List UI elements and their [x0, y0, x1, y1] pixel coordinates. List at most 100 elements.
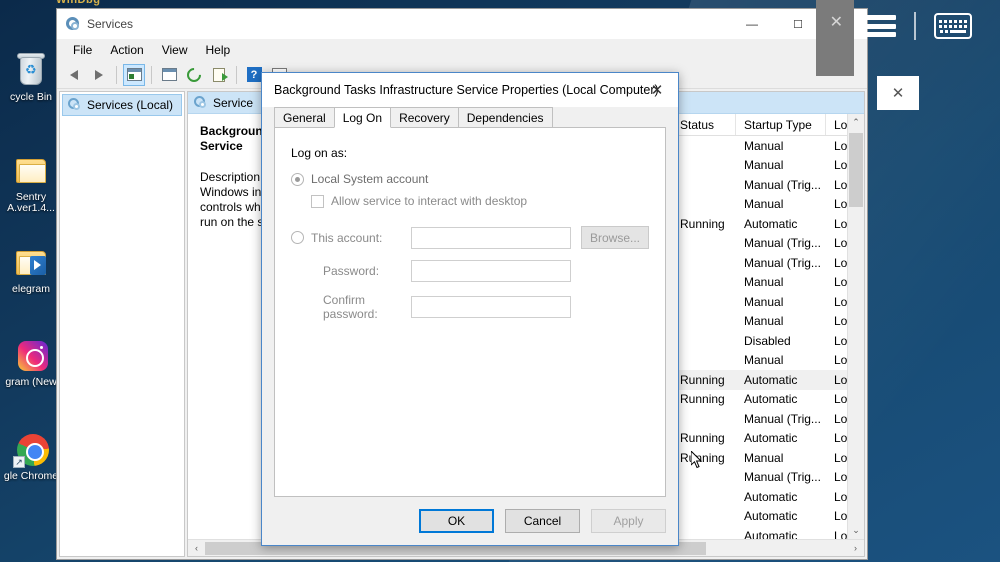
maximize-button[interactable]: ☐ [775, 9, 821, 39]
ok-button[interactable]: OK [419, 509, 494, 533]
password-row: Password: [291, 260, 649, 282]
scroll-up-icon[interactable]: ⌃ [848, 114, 864, 131]
forward-icon[interactable] [88, 64, 110, 86]
local-system-account-option[interactable]: Local System account [291, 172, 649, 186]
service-startup-type-cell: Manual [744, 138, 784, 153]
chrome-icon: ↗ [12, 431, 50, 469]
checkbox-allow-interact-desktop[interactable] [311, 194, 324, 208]
mouse-cursor [691, 451, 703, 469]
recycle-bin-icon: ♻ [12, 52, 50, 90]
scroll-right-icon[interactable]: › [847, 543, 864, 553]
menu-file[interactable]: File [65, 41, 100, 59]
password-label: Password: [323, 264, 380, 278]
menu-view[interactable]: View [154, 41, 196, 59]
radio-local-system-account[interactable] [291, 172, 304, 186]
service-startup-type-cell: Automatic [744, 489, 798, 504]
sidebar-item-label: Services (Local) [87, 98, 174, 112]
keyboard-icon[interactable] [934, 13, 972, 39]
sidebar-item-services-local[interactable]: Services (Local) [62, 94, 182, 116]
services-gear-icon [65, 16, 81, 32]
service-startup-type-cell: Manual [744, 314, 784, 329]
export-list-icon[interactable] [208, 64, 230, 86]
vertical-scrollbar-thumb[interactable] [849, 133, 863, 207]
services-list-vertical-scrollbar[interactable]: ⌃ ⌄ [847, 114, 864, 539]
service-startup-type-cell: Automatic [744, 216, 798, 231]
show-hide-tree-icon[interactable] [123, 63, 145, 86]
dialog-title: Background Tasks Infrastructure Service … [274, 83, 659, 97]
service-startup-type-cell: Manual [744, 450, 784, 465]
toolbar-separator [116, 65, 117, 84]
service-startup-type-cell: Manual (Trig... [744, 470, 821, 485]
service-status-cell: Running [680, 216, 725, 231]
service-startup-type-cell: Manual (Trig... [744, 411, 821, 426]
this-account-input[interactable] [411, 226, 571, 249]
tab-dependencies[interactable]: Dependencies [457, 107, 553, 128]
toolbar-separator [151, 65, 152, 84]
scroll-left-icon[interactable]: ‹ [188, 543, 205, 553]
log-on-tab-panel: Log on as: Local System account Allow se… [274, 128, 666, 497]
service-status-cell: Running [680, 372, 725, 387]
dialog-tabstrip: General Log On Recovery Dependencies [262, 107, 678, 128]
column-header-status[interactable]: Status [672, 114, 736, 135]
service-startup-type-cell: Automatic [744, 392, 798, 407]
cancel-button[interactable]: Cancel [505, 509, 580, 533]
desktop-icon-label: elegram [12, 283, 50, 295]
back-icon[interactable] [63, 64, 85, 86]
column-header-startup-type[interactable]: Startup Type [736, 114, 826, 135]
screen: ♻ cycle Bin Sentry A.ver1.4... elegram g… [0, 0, 1000, 562]
menu-help[interactable]: Help [198, 41, 239, 59]
confirm-password-label: Confirm password: [323, 293, 378, 321]
service-startup-type-cell: Automatic [744, 509, 798, 524]
service-startup-type-cell: Manual [744, 197, 784, 212]
dialog-close-icon[interactable]: ✕ [636, 73, 678, 107]
desktop-icon-recycle-bin[interactable]: ♻ cycle Bin [0, 52, 62, 104]
desktop-icon-label: Sentry A.ver1.4... [7, 191, 55, 214]
desktop-icon-label: cycle Bin [9, 92, 52, 103]
services-gear-icon [194, 95, 208, 110]
this-account-label: This account: [311, 230, 383, 245]
confirm-password-input[interactable] [411, 296, 571, 318]
desktop-icon-instagram[interactable]: gram (New [0, 337, 62, 389]
content-header-label: Service [213, 95, 254, 110]
properties-icon[interactable] [158, 64, 180, 86]
dialog-titlebar[interactable]: Background Tasks Infrastructure Service … [262, 73, 678, 107]
menu-action[interactable]: Action [102, 41, 151, 59]
service-status-cell: Running [680, 431, 725, 446]
folder-icon [12, 152, 50, 190]
hamburger-menu-icon[interactable] [866, 15, 896, 37]
desktop-icon-label: gle Chrome [3, 470, 59, 482]
service-status-cell: Running [680, 392, 725, 407]
apply-button: Apply [591, 509, 666, 533]
services-window-title: Services [87, 17, 134, 31]
desktop-icon-chrome[interactable]: ↗ gle Chrome [0, 431, 62, 483]
service-startup-type-cell: Manual [744, 353, 784, 368]
this-account-option[interactable]: This account: [291, 231, 411, 245]
tab-log-on[interactable]: Log On [333, 107, 392, 128]
service-startup-type-cell: Manual (Trig... [744, 177, 821, 192]
service-startup-type-cell: Automatic [744, 372, 798, 387]
radio-this-account[interactable] [291, 231, 304, 244]
telegram-folder-icon [12, 244, 50, 282]
minimize-button[interactable]: — [729, 9, 775, 39]
tab-general[interactable]: General [274, 107, 335, 128]
password-input[interactable] [411, 260, 571, 282]
refresh-icon[interactable] [183, 64, 205, 86]
service-startup-type-cell: Disabled [744, 333, 791, 348]
service-properties-dialog: Background Tasks Infrastructure Service … [261, 72, 679, 546]
service-startup-type-cell: Manual (Trig... [744, 255, 821, 270]
secondary-close-icon[interactable]: ✕ [877, 76, 919, 110]
allow-interact-desktop-option[interactable]: Allow service to interact with desktop [311, 194, 649, 208]
browse-button[interactable]: Browse... [581, 226, 649, 249]
service-startup-type-cell: Automatic [744, 431, 798, 446]
service-startup-type-cell: Manual (Trig... [744, 236, 821, 251]
overlay-separator [914, 12, 916, 40]
desktop-icon-telegram[interactable]: elegram [0, 244, 62, 296]
desktop-icon-label: gram (New [5, 377, 57, 388]
instagram-icon [12, 337, 50, 375]
service-status-cell: Running [680, 450, 725, 465]
service-startup-type-cell: Manual [744, 275, 784, 290]
tab-recovery[interactable]: Recovery [390, 107, 459, 128]
services-titlebar[interactable]: Services — ☐ ✕ [57, 9, 867, 39]
scroll-down-icon[interactable]: ⌄ [848, 522, 864, 539]
desktop-icon-sentry-folder[interactable]: Sentry A.ver1.4... [0, 152, 62, 214]
